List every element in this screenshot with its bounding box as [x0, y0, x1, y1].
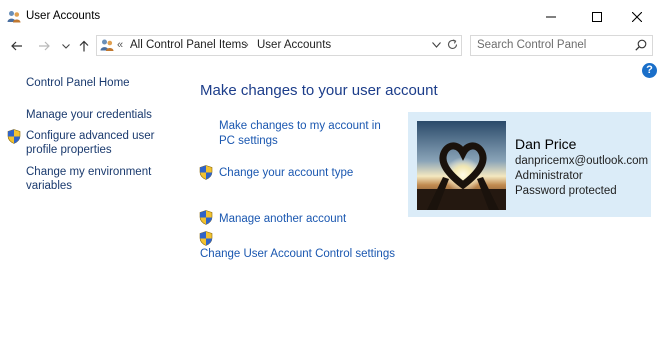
user-accounts-icon — [7, 10, 21, 23]
address-bar[interactable]: « All Control Panel Items › User Account… — [96, 35, 462, 56]
back-button[interactable] — [9, 37, 25, 55]
manage-another-account-link[interactable]: Manage another account — [219, 212, 346, 227]
sidebar-item-configure-advanced-profile[interactable]: Configure advanced user profile properti… — [26, 129, 156, 157]
minimize-button[interactable] — [528, 0, 574, 33]
breadcrumb-user-accounts[interactable]: User Accounts — [257, 39, 331, 51]
avatar — [417, 121, 506, 210]
breadcrumb-all-control-panel-items[interactable]: All Control Panel Items — [130, 39, 247, 51]
window-title: User Accounts — [26, 10, 101, 22]
page-title: Make changes to your user account — [200, 82, 438, 99]
shield-icon — [7, 129, 21, 144]
uac-settings-link[interactable]: Change User Account Control settings — [200, 247, 395, 262]
shield-icon — [199, 165, 213, 180]
sidebar-item-environment-variables[interactable]: Change my environment variables — [26, 165, 156, 193]
search-input[interactable]: Search Control Panel — [477, 39, 586, 51]
pc-settings-link[interactable]: Make changes to my account in PC setting… — [219, 119, 399, 149]
address-dropdown-icon[interactable] — [432, 39, 441, 51]
shield-icon — [199, 210, 213, 225]
sidebar-item-control-panel-home[interactable]: Control Panel Home — [26, 76, 130, 90]
search-box[interactable]: Search Control Panel — [470, 35, 653, 56]
title-bar: User Accounts — [0, 0, 660, 33]
change-account-type-link[interactable]: Change your account type — [219, 166, 353, 181]
account-name: Dan Price — [515, 136, 577, 152]
account-email: danpricemx@outlook.com — [515, 155, 649, 167]
breadcrumb-separator-icon[interactable]: › — [245, 39, 249, 51]
account-role: Administrator — [515, 170, 583, 182]
shield-icon — [199, 231, 213, 246]
help-icon[interactable]: ? — [642, 63, 657, 78]
navigation-bar: « All Control Panel Items › User Account… — [0, 33, 660, 59]
account-status: Password protected — [515, 185, 617, 197]
up-button[interactable] — [77, 37, 91, 55]
recent-locations-button[interactable] — [60, 37, 72, 55]
control-panel-icon — [100, 38, 114, 52]
overflow-chevron-icon[interactable]: « — [117, 39, 123, 51]
account-panel: Dan Price danpricemx@outlook.com Adminis… — [408, 112, 651, 217]
search-icon[interactable] — [635, 39, 647, 54]
sidebar-item-manage-credentials[interactable]: Manage your credentials — [26, 108, 152, 122]
forward-button[interactable] — [36, 37, 52, 55]
refresh-icon[interactable] — [446, 38, 459, 54]
close-button[interactable] — [614, 0, 660, 33]
